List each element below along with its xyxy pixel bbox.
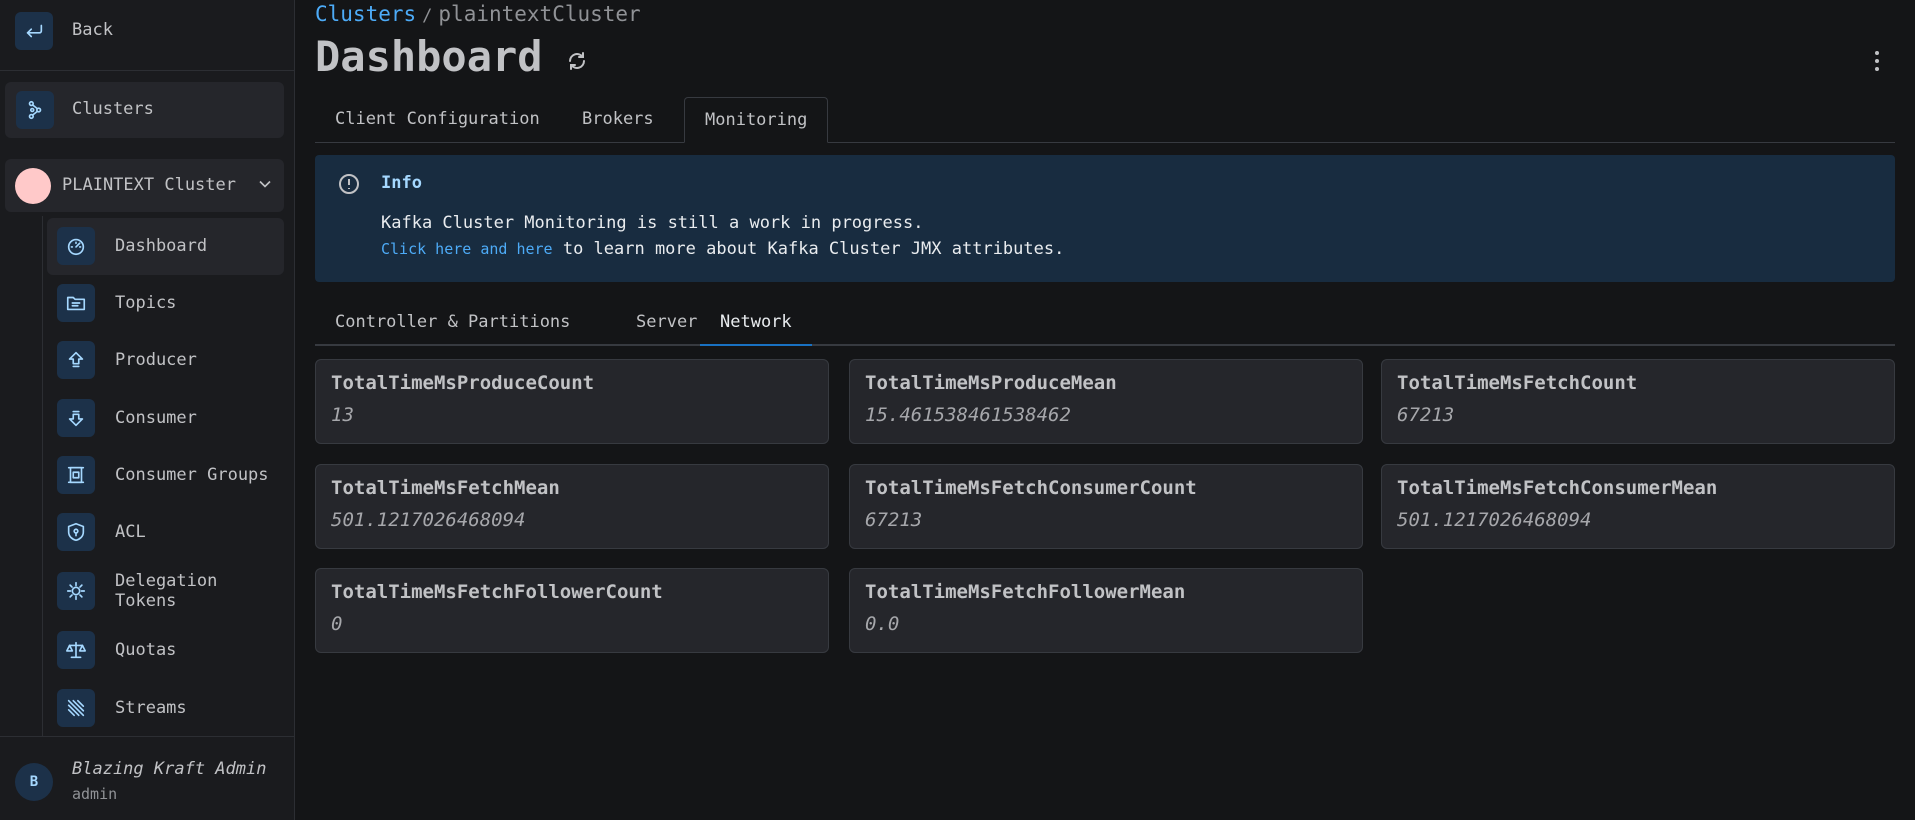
cluster-selector[interactable]: PLAINTEXT Cluster [5, 159, 284, 212]
tab-client-configuration[interactable]: Client Configuration [315, 97, 560, 143]
gauge-icon [57, 227, 95, 265]
metric-value: 67213 [1397, 404, 1455, 426]
cluster-avatar [15, 168, 51, 204]
sidebar-item-label: Delegation Tokens [115, 571, 217, 611]
info-line2-text: to learn more about Kafka Cluster JMX at… [552, 239, 1065, 259]
tab-controller-partitions[interactable]: Controller & Partitions [315, 302, 590, 346]
metric-name: TotalTimeMsFetchMean [331, 477, 560, 499]
sidebar-item-dashboard[interactable]: Dashboard [47, 218, 284, 275]
metric-value: 15.461538461538462 [865, 404, 1071, 426]
monitoring-subtabs: Controller & Partitions Server Network [315, 302, 1895, 346]
delegation-label-line1: Delegation [115, 571, 218, 591]
metric-value: 13 [331, 404, 354, 426]
info-learn-more: Click here and here to learn more about … [381, 239, 1064, 259]
metric-name: TotalTimeMsFetchCount [1397, 372, 1638, 394]
sidebar: Back Clusters PLAINTEXT Cluster Dashboar… [0, 0, 295, 820]
metric-card: TotalTimeMsFetchFollowerMean 0.0 [849, 568, 1363, 653]
metric-value: 501.1217026468094 [331, 509, 526, 531]
shield-icon [57, 513, 95, 551]
metric-card: TotalTimeMsFetchCount 67213 [1381, 359, 1895, 444]
metric-card: TotalTimeMsProduceMean 15.46153846153846… [849, 359, 1363, 444]
streams-icon [57, 689, 95, 727]
more-options-icon[interactable] [1867, 46, 1887, 76]
metric-value: 67213 [865, 509, 923, 531]
sidebar-item-topics[interactable]: Topics [47, 275, 284, 332]
tab-brokers[interactable]: Brokers [562, 97, 674, 143]
metric-value: 0 [331, 613, 343, 635]
scale-icon [57, 631, 95, 669]
sidebar-item-label: Dashboard [115, 236, 208, 256]
sidebar-item-label: Streams [115, 698, 187, 718]
avatar: B [15, 763, 53, 801]
sidebar-item-consumer[interactable]: Consumer [47, 390, 284, 447]
back-label: Back [72, 20, 113, 40]
cluster-name: PLAINTEXT Cluster [62, 175, 236, 195]
sidebar-item-label: ACL [115, 522, 146, 542]
metric-name: TotalTimeMsProduceMean [865, 372, 1117, 394]
upload-icon [57, 341, 95, 379]
breadcrumb-current: plaintextCluster [438, 2, 641, 26]
info-message: Kafka Cluster Monitoring is still a work… [381, 213, 924, 233]
sidebar-item-label: Producer [115, 350, 197, 370]
sidebar-item-acl[interactable]: ACL [47, 504, 284, 561]
sidebar-item-quotas[interactable]: Quotas [47, 622, 284, 679]
sidebar-item-streams[interactable]: Streams [47, 680, 284, 737]
metric-name: TotalTimeMsFetchConsumerMean [1397, 477, 1718, 499]
tab-network[interactable]: Network [700, 302, 812, 346]
user-name: Blazing Kraft Admin [72, 759, 267, 779]
sidebar-item-clusters[interactable]: Clusters [5, 82, 284, 138]
metric-name: TotalTimeMsFetchFollowerMean [865, 581, 1186, 603]
token-icon [57, 572, 95, 610]
download-icon [57, 399, 95, 437]
sidebar-item-label: Consumer Groups [115, 465, 269, 485]
info-circle-icon [337, 172, 361, 196]
metric-name: TotalTimeMsFetchConsumerCount [865, 477, 1197, 499]
metric-value: 501.1217026468094 [1397, 509, 1592, 531]
metric-card: TotalTimeMsFetchMean 501.1217026468094 [315, 464, 829, 549]
sidebar-item-producer[interactable]: Producer [47, 332, 284, 389]
metric-name: TotalTimeMsProduceCount [331, 372, 595, 394]
info-alert: Info Kafka Cluster Monitoring is still a… [315, 155, 1895, 282]
metric-card: TotalTimeMsFetchFollowerCount 0 [315, 568, 829, 653]
metric-card: TotalTimeMsFetchConsumerCount 67213 [849, 464, 1363, 549]
clusters-icon [16, 91, 54, 129]
sidebar-item-label: Quotas [115, 640, 177, 660]
back-button[interactable]: Back [0, 0, 294, 71]
tab-monitoring[interactable]: Monitoring [684, 97, 829, 143]
info-title: Info [381, 173, 422, 193]
sidebar-item-label: Topics [115, 293, 177, 313]
sidebar-item-delegation-tokens[interactable]: Delegation Tokens [47, 563, 284, 620]
breadcrumb-clusters-link[interactable]: Clusters [315, 2, 416, 26]
chevron-down-icon [255, 174, 275, 194]
refresh-icon[interactable] [565, 49, 589, 73]
sidebar-item-consumer-groups[interactable]: Consumer Groups [47, 447, 284, 504]
metric-value: 0.0 [865, 613, 900, 635]
group-icon [57, 456, 95, 494]
metric-card: TotalTimeMsFetchConsumerMean 501.1217026… [1381, 464, 1895, 549]
user-menu[interactable]: B Blazing Kraft Admin admin [0, 736, 294, 820]
back-arrow-icon [15, 12, 53, 50]
user-role: admin [72, 785, 118, 803]
folder-icon [57, 284, 95, 322]
main-tabs: Client Configuration Brokers Monitoring [315, 97, 1895, 143]
page-title: Dashboard [315, 32, 543, 81]
breadcrumb: Clusters / plaintextCluster [315, 2, 641, 26]
breadcrumb-separator: / [422, 6, 433, 26]
nav-divider-line [42, 216, 43, 736]
metric-card: TotalTimeMsProduceCount 13 [315, 359, 829, 444]
info-link[interactable]: Click here and here [381, 240, 553, 258]
clusters-label: Clusters [72, 99, 154, 119]
metric-name: TotalTimeMsFetchFollowerCount [331, 581, 663, 603]
sidebar-item-label: Consumer [115, 408, 197, 428]
delegation-label-line2: Tokens [115, 591, 177, 611]
